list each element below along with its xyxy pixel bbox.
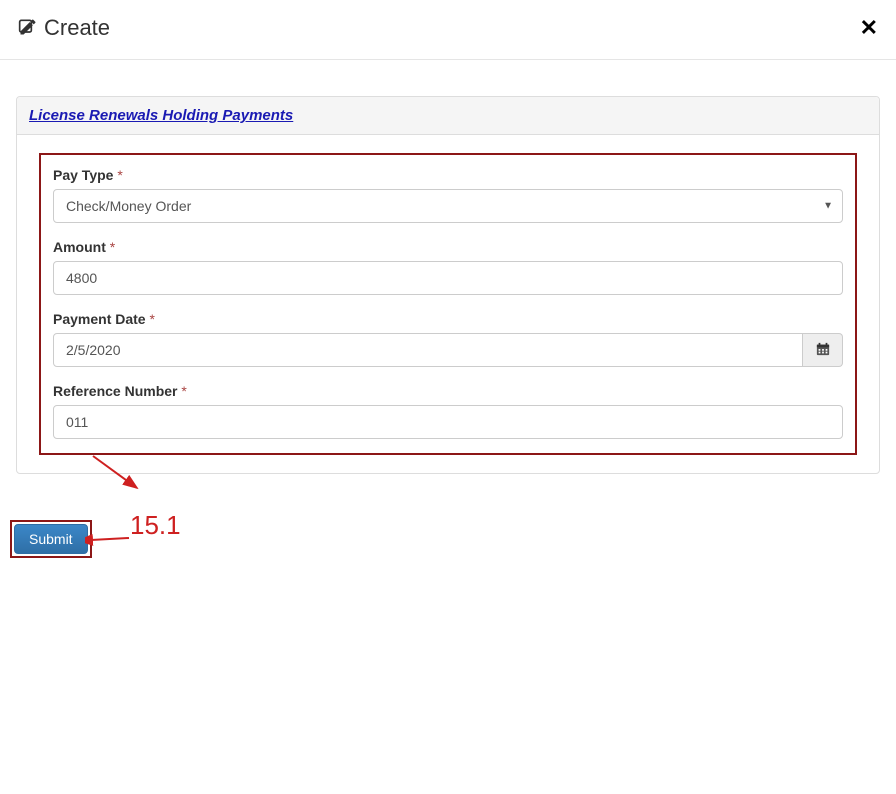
pay-type-label: Pay Type * — [53, 167, 843, 183]
panel-title-link[interactable]: License Renewals Holding Payments — [29, 107, 293, 124]
amount-group: Amount * — [53, 239, 843, 295]
close-icon[interactable]: ✕ — [860, 17, 878, 39]
pay-type-select[interactable]: Check/Money Order — [53, 189, 843, 223]
annotation-callout-label: 15.1 — [130, 510, 181, 541]
modal-title-wrap: Create — [18, 15, 110, 41]
required-asterisk: * — [110, 239, 115, 255]
pay-type-label-text: Pay Type — [53, 167, 113, 183]
calendar-button[interactable] — [803, 333, 843, 367]
modal-title: Create — [44, 15, 110, 41]
payment-date-label-text: Payment Date — [53, 311, 146, 327]
payment-date-group: Payment Date * — [53, 311, 843, 367]
form-highlight-box: Pay Type * Check/Money Order ▼ Amount * — [39, 153, 857, 455]
form-panel: License Renewals Holding Payments Pay Ty… — [16, 96, 880, 474]
modal-header: Create ✕ — [0, 0, 896, 60]
required-asterisk: * — [149, 311, 154, 327]
submit-button[interactable]: Submit — [14, 524, 88, 554]
calendar-icon — [816, 342, 830, 359]
reference-number-group: Reference Number * — [53, 383, 843, 439]
amount-label-text: Amount — [53, 239, 106, 255]
pay-type-group: Pay Type * Check/Money Order ▼ — [53, 167, 843, 223]
reference-number-input[interactable] — [53, 405, 843, 439]
edit-icon — [18, 17, 38, 40]
pay-type-select-wrap: Check/Money Order ▼ — [53, 189, 843, 223]
panel-body: Pay Type * Check/Money Order ▼ Amount * — [17, 135, 879, 473]
submit-area: Submit — [10, 520, 92, 558]
payment-date-input[interactable] — [53, 333, 803, 367]
amount-input[interactable] — [53, 261, 843, 295]
payment-date-label: Payment Date * — [53, 311, 843, 327]
panel-header: License Renewals Holding Payments — [17, 97, 879, 135]
required-asterisk: * — [117, 167, 122, 183]
payment-date-input-group — [53, 333, 843, 367]
reference-number-label-text: Reference Number — [53, 383, 178, 399]
required-asterisk: * — [181, 383, 186, 399]
reference-number-label: Reference Number * — [53, 383, 843, 399]
submit-highlight-box: Submit — [10, 520, 92, 558]
amount-label: Amount * — [53, 239, 843, 255]
annotation-arrow-2-icon — [85, 528, 135, 548]
